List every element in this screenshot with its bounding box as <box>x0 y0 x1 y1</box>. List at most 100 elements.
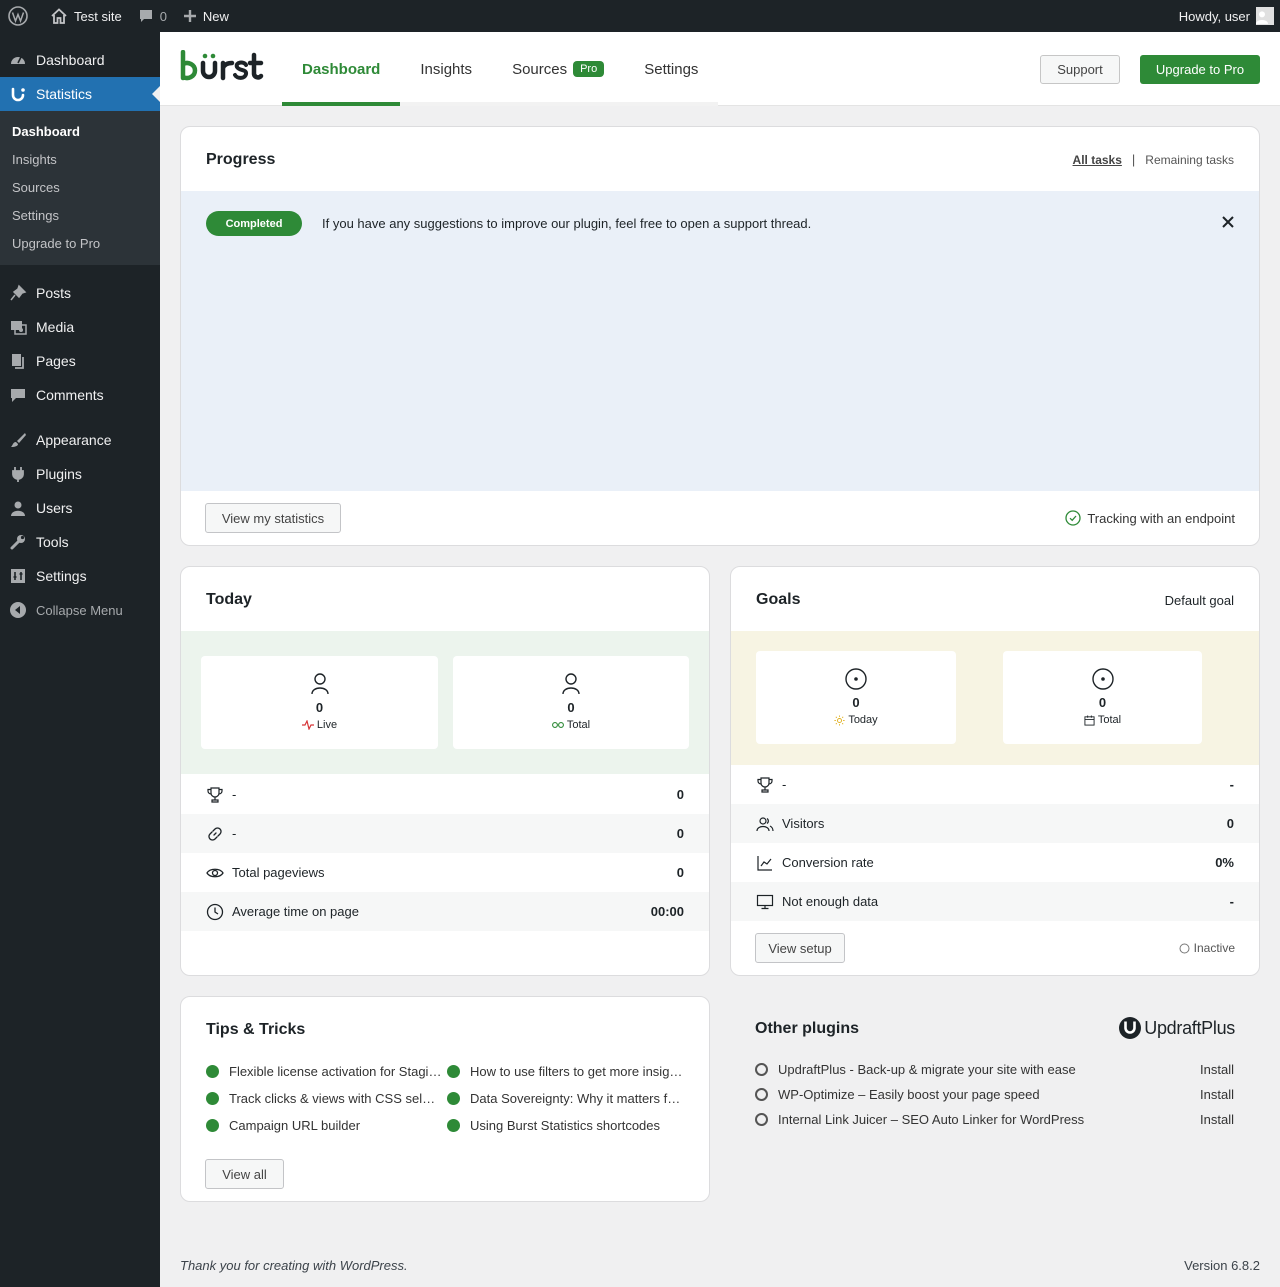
support-button[interactable]: Support <box>1040 55 1120 84</box>
row-value: 0 <box>676 865 684 880</box>
submenu-upgrade[interactable]: Upgrade to Pro <box>0 230 160 258</box>
upgrade-button[interactable]: Upgrade to Pro <box>1140 55 1260 84</box>
row-value: 00:00 <box>650 904 684 919</box>
today-title: Today <box>206 591 252 608</box>
tab-label: Insights <box>420 60 473 78</box>
row-label: Conversion rate <box>782 855 874 870</box>
new-content-link[interactable]: New <box>175 0 237 32</box>
sidebar-item-posts[interactable]: Posts <box>0 276 160 310</box>
close-icon <box>1222 216 1234 228</box>
goals-card: Goals Default goal 0 Today 0 Total - - V… <box>730 566 1260 976</box>
install-link[interactable]: Install <box>1200 1062 1234 1077</box>
tip-text: How to use filters to get more insights <box>470 1064 683 1079</box>
sidebar-item-users[interactable]: Users <box>0 491 160 525</box>
submenu-settings[interactable]: Settings <box>0 202 160 230</box>
updraftplus-icon <box>1119 1017 1142 1039</box>
total-visitors-box: 0 Total <box>453 656 689 749</box>
dismiss-button[interactable] <box>1221 215 1235 229</box>
sidebar-item-label: Posts <box>36 285 72 301</box>
account-menu[interactable]: Howdy, user <box>1171 0 1280 32</box>
status-circle-icon <box>1179 943 1190 953</box>
list-item: - 0 <box>181 775 709 814</box>
infinity-icon <box>551 722 564 728</box>
tips-card: Tips & Tricks Flexible license activatio… <box>180 996 710 1202</box>
sidebar-item-comments[interactable]: Comments <box>0 378 160 412</box>
view-statistics-button[interactable]: View my statistics <box>205 503 341 533</box>
plugin-name: Internal Link Juicer – SEO Auto Linker f… <box>778 1112 1085 1127</box>
sidebar-item-statistics[interactable]: Statistics <box>0 77 160 111</box>
burst-icon <box>8 84 28 104</box>
goal-total-label: Total <box>1097 714 1122 726</box>
sidebar-item-plugins[interactable]: Plugins <box>0 457 160 491</box>
tab-label: Dashboard <box>302 60 381 78</box>
monitor-icon <box>756 893 774 911</box>
goal-total-label-row: Total <box>1084 714 1121 726</box>
view-setup-button[interactable]: View setup <box>755 933 845 963</box>
goals-stats-area: 0 Today 0 Total <box>731 631 1259 765</box>
tab-settings[interactable]: Settings <box>624 32 719 106</box>
bullet-icon <box>206 1092 219 1105</box>
submenu-dashboard[interactable]: Dashboard <box>0 118 160 146</box>
sidebar-item-label: Dashboard <box>36 52 105 68</box>
remaining-tasks-link[interactable]: Remaining tasks <box>1145 153 1234 167</box>
tab-insights[interactable]: Insights <box>400 32 492 106</box>
task-message: If you have any suggestions to improve o… <box>322 216 812 231</box>
tab-dashboard[interactable]: Dashboard <box>282 32 401 106</box>
view-all-button[interactable]: View all <box>205 1159 284 1189</box>
sidebar-item-tools[interactable]: Tools <box>0 525 160 559</box>
plugin-row: Internal Link Juicer – SEO Auto Linker f… <box>755 1112 1234 1127</box>
sidebar-item-dashboard[interactable]: Dashboard <box>0 43 160 77</box>
row-value: - <box>1229 894 1234 909</box>
goal-today-label: Today <box>848 714 878 726</box>
wordpress-logo-button[interactable] <box>0 0 42 32</box>
updraftplus-logo-text: UpdraftPlus <box>1144 1017 1235 1038</box>
task-filter: All tasks | Remaining tasks <box>1073 152 1234 167</box>
tip-text: Track clicks & views with CSS selectors <box>229 1091 442 1106</box>
progress-title: Progress <box>206 151 276 168</box>
sidebar-item-settings[interactable]: Settings <box>0 559 160 593</box>
tip-text: Data Sovereignty: Why it matters for you <box>470 1091 683 1106</box>
total-value: 0 <box>567 700 575 715</box>
all-tasks-link[interactable]: All tasks <box>1073 153 1122 167</box>
trophy-icon <box>206 786 224 804</box>
tracking-text: Tracking with an endpoint <box>1087 510 1235 526</box>
plugins-title: Other plugins <box>755 1020 859 1037</box>
tip-link[interactable]: How to use filters to get more insights <box>447 1064 683 1079</box>
burst-tabs: Dashboard Insights Sources Pro Settings <box>282 32 719 106</box>
tip-link[interactable]: Flexible license activation for Staging <box>206 1064 442 1079</box>
tip-link[interactable]: Data Sovereignty: Why it matters for you <box>447 1091 683 1106</box>
collapse-menu-button[interactable]: Collapse Menu <box>0 593 160 627</box>
clock-icon <box>206 903 224 921</box>
sidebar-item-media[interactable]: Media <box>0 310 160 344</box>
row-value: 0 <box>676 826 684 841</box>
tip-link[interactable]: Campaign URL builder <box>206 1118 442 1133</box>
install-link[interactable]: Install <box>1200 1112 1234 1127</box>
row-label: Not enough data <box>782 894 879 909</box>
goal-today-value: 0 <box>852 695 860 710</box>
submenu-sources[interactable]: Sources <box>0 174 160 202</box>
row-value: 0 <box>1226 816 1234 831</box>
comment-icon <box>139 10 152 22</box>
goal-selector[interactable]: Default goal <box>1165 593 1234 608</box>
footer-version: Version 6.8.2 <box>1184 1258 1260 1273</box>
other-plugins-panel: Other plugins UpdraftPlus UpdraftPlus - … <box>730 996 1260 1202</box>
tip-link[interactable]: Using Burst Statistics shortcodes <box>447 1118 683 1133</box>
sidebar-item-pages[interactable]: Pages <box>0 344 160 378</box>
today-card: Today 0 Live 0 Total - 0 - 0 Total pagev… <box>180 566 710 976</box>
site-name-link[interactable]: Test site <box>42 0 130 32</box>
sidebar-item-appearance[interactable]: Appearance <box>0 423 160 457</box>
comments-link[interactable]: 0 <box>130 0 175 32</box>
submenu-insights[interactable]: Insights <box>0 146 160 174</box>
pulse-icon <box>301 720 314 730</box>
tip-link[interactable]: Track clicks & views with CSS selectors <box>206 1091 442 1106</box>
plugin-row: UpdraftPlus - Back-up & migrate your sit… <box>755 1062 1234 1077</box>
pin-icon <box>8 283 28 303</box>
bullet-icon <box>447 1092 460 1105</box>
install-link[interactable]: Install <box>1200 1087 1234 1102</box>
dashboard-icon <box>8 50 28 70</box>
tab-sources[interactable]: Sources Pro <box>492 32 625 106</box>
user-icon <box>8 498 28 518</box>
user-avatar-icon <box>1256 11 1268 24</box>
comments-count: 0 <box>159 8 167 24</box>
row-label: - <box>232 826 237 841</box>
